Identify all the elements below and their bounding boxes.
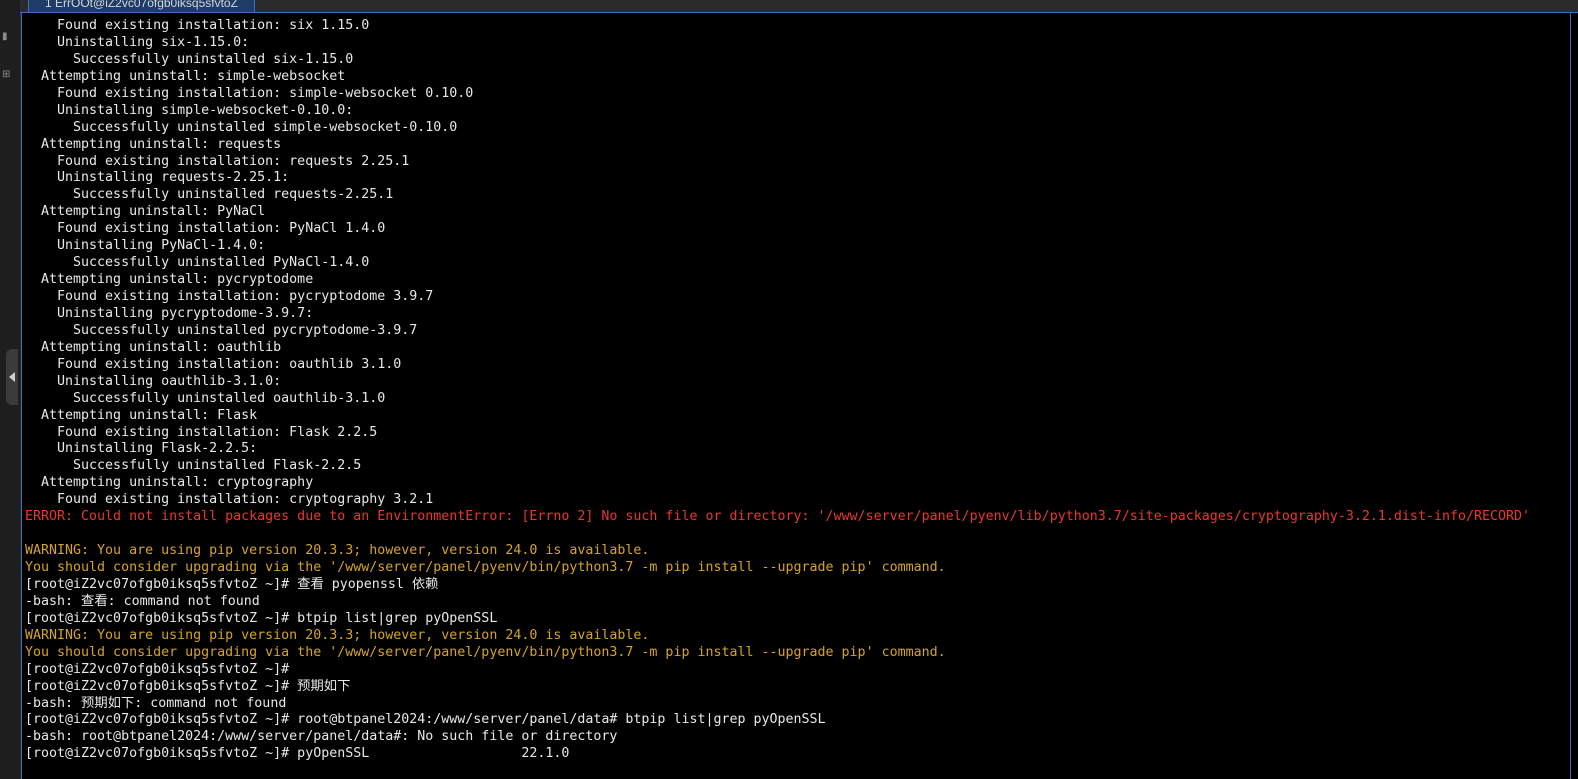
terminal-line: Attempting uninstall: pycryptodome	[25, 272, 314, 288]
terminal-line: Found existing installation: pycryptodom…	[25, 289, 434, 304]
sidebar-collapse-toggle[interactable]	[6, 349, 18, 405]
session-tab-label: 1 ErrOOt@iZ2vc07ofgb0iksq5sfvtoZ	[45, 0, 238, 10]
terminal-line: [root@iZ2vc07ofgb0iksq5sfvtoZ ~]# root@b…	[25, 712, 826, 728]
terminal-line: Successfully uninstalled simple-websocke…	[25, 119, 458, 135]
terminal-line: Uninstalling oauthlib-3.1.0:	[25, 373, 282, 389]
terminal-line: -bash: 查看: command not found	[25, 593, 260, 609]
terminal-line: Uninstalling Flask-2.2.5:	[25, 441, 258, 457]
terminal-line: Successfully uninstalled oauthlib-3.1.0	[25, 390, 386, 406]
session-tab[interactable]: 1 ErrOOt@iZ2vc07ofgb0iksq5sfvtoZ	[28, 0, 255, 12]
terminal-line: Successfully uninstalled PyNaCl-1.4.0	[25, 255, 370, 271]
terminal-line: ERROR: Could not install packages due to…	[25, 509, 1531, 525]
terminal-line: Uninstalling PyNaCl-1.4.0:	[25, 238, 266, 254]
terminal-line: Successfully uninstalled Flask-2.2.5	[25, 458, 362, 474]
terminal-line: Successfully uninstalled pycryptodome-3.…	[25, 322, 418, 338]
terminal-line: Successfully uninstalled requests-2.25.1	[25, 187, 394, 203]
terminal-line: You should consider upgrading via the '/…	[25, 560, 946, 575]
terminal-line: Attempting uninstall: PyNaCl	[25, 204, 266, 220]
terminal-line: -bash: 预期如下: command not found	[25, 695, 287, 711]
terminal-lines: Found existing installation: six 1.15.0 …	[25, 18, 1530, 763]
terminal-line: Attempting uninstall: requests	[25, 136, 282, 152]
terminal-line: [root@iZ2vc07ofgb0iksq5sfvtoZ ~]# pyOpen…	[25, 746, 570, 762]
terminal-line: Found existing installation: oauthlib 3.…	[25, 356, 402, 372]
terminal-line: Successfully uninstalled six-1.15.0	[25, 51, 354, 67]
grid-icon[interactable]: ⊞	[2, 70, 12, 80]
terminal-line: Uninstalling requests-2.25.1:	[25, 170, 290, 186]
terminal-line: Found existing installation: requests 2.…	[25, 153, 410, 169]
terminal-line: Uninstalling six-1.15.0:	[25, 34, 250, 50]
terminal-line: Found existing installation: PyNaCl 1.4.…	[25, 221, 386, 237]
terminal-line: Found existing installation: Flask 2.2.5	[25, 424, 378, 440]
terminal-line: WARNING: You are using pip version 20.3.…	[25, 627, 650, 643]
terminal-window: ▮ ⊞ 1 ErrOOt@iZ2vc07ofgb0iksq5sfvtoZ Fou…	[0, 0, 1578, 779]
terminal-line: WARNING: You are using pip version 20.3.…	[25, 543, 650, 559]
terminal-line: Attempting uninstall: oauthlib	[25, 339, 282, 355]
chevron-left-icon	[9, 372, 15, 382]
square-icon[interactable]: ▮	[2, 32, 12, 42]
terminal-line: Attempting uninstall: cryptography	[25, 475, 314, 491]
terminal-line: Found existing installation: six 1.15.0	[25, 18, 370, 33]
terminal-line: Found existing installation: simple-webs…	[25, 85, 474, 101]
terminal-line: Uninstalling simple-websocket-0.10.0:	[25, 102, 354, 118]
terminal-line: [root@iZ2vc07ofgb0iksq5sfvtoZ ~]# 查看 pyo…	[25, 576, 439, 592]
terminal-output[interactable]: Found existing installation: six 1.15.0 …	[21, 13, 1571, 779]
terminal-line: [root@iZ2vc07ofgb0iksq5sfvtoZ ~]#	[25, 661, 290, 677]
terminal-line: Found existing installation: cryptograph…	[25, 492, 434, 508]
terminal-line: Attempting uninstall: simple-websocket	[25, 68, 346, 84]
tab-bar: 1 ErrOOt@iZ2vc07ofgb0iksq5sfvtoZ	[20, 0, 1578, 13]
terminal-line: [root@iZ2vc07ofgb0iksq5sfvtoZ ~]# btpip …	[25, 610, 498, 626]
terminal-line: [root@iZ2vc07ofgb0iksq5sfvtoZ ~]# 预期如下	[25, 678, 351, 694]
terminal-line: Uninstalling pycryptodome-3.9.7:	[25, 305, 314, 321]
terminal-line: Attempting uninstall: Flask	[25, 407, 258, 423]
left-sidebar: ▮ ⊞	[0, 0, 21, 779]
terminal-line: -bash: root@btpanel2024:/www/server/pane…	[25, 729, 618, 745]
terminal-line: You should consider upgrading via the '/…	[25, 644, 946, 660]
